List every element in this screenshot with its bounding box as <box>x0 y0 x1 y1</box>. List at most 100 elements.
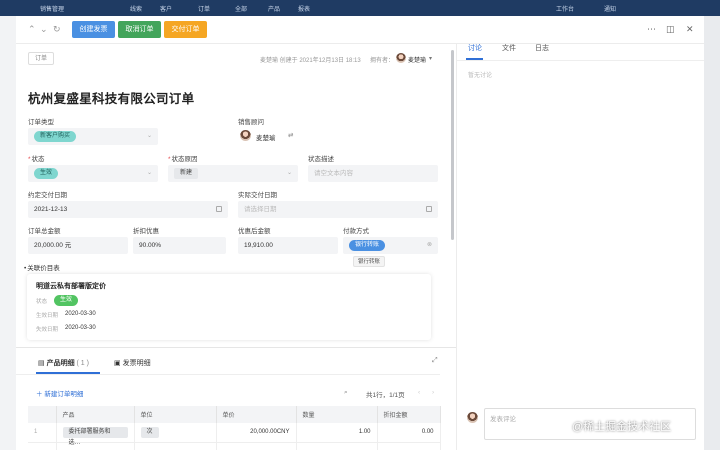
chevron-down-icon: ⌄ <box>146 170 152 176</box>
price-list-end: 2020-03-30 <box>65 325 96 331</box>
record-meta: 麦楚瑜 创建于 2021年12月13日 18:13 <box>260 58 361 64</box>
background-sidebar <box>0 16 16 450</box>
order-total-field[interactable]: 20,000.00 元 <box>28 237 128 254</box>
bg-tab: 客户 <box>160 7 173 13</box>
row-qty[interactable]: 1.00 <box>296 423 378 443</box>
deliver-order-button[interactable]: 交付订单 <box>164 21 207 38</box>
chevron-down-icon: ⌄ <box>286 170 292 176</box>
bg-tab: 报表 <box>298 7 311 13</box>
bg-tab: 销售管理 <box>40 7 65 13</box>
discount-field[interactable]: 90.00% <box>133 237 226 254</box>
owner-dropdown-icon[interactable]: ▾ <box>429 55 432 62</box>
watermark: @稀土掘金技术社区 <box>572 421 672 433</box>
sidebar-toggle-icon[interactable]: ◫ <box>666 24 675 34</box>
order-type-label: 订单类型 <box>28 119 54 126</box>
col-product[interactable]: 产品 <box>56 406 135 423</box>
next-page-icon[interactable]: › <box>432 389 434 396</box>
background-right <box>704 16 720 450</box>
bg-tab: 全部 <box>235 7 248 13</box>
bg-user: 工作台 <box>556 7 575 13</box>
table-row[interactable]: 1 委托部署服务和选… 次 20,000.00CNY 1.00 0.00 <box>28 423 441 446</box>
bg-notice: 通知 <box>604 7 617 13</box>
tab-log[interactable]: 日志 <box>535 43 549 53</box>
agreed-delivery-value: 2021-12-13 <box>34 206 68 213</box>
owner-label: 拥有者： <box>370 58 395 64</box>
discounted-amount-field[interactable]: 19,910.00 <box>238 237 338 254</box>
row-price[interactable]: 20,000.00CNY <box>216 423 297 443</box>
section-divider <box>16 347 456 348</box>
tab-discussion[interactable]: 讨论 <box>468 43 482 53</box>
order-lines-table: 产品 单位 单价 数量 折扣金额 1 委托部署服务和选… 次 20,000.00… <box>28 406 441 450</box>
tab-files[interactable]: 文件 <box>502 43 516 53</box>
agreed-delivery-label: 约定交付日期 <box>28 192 67 199</box>
owner-avatar[interactable] <box>396 53 406 63</box>
price-list-start: 2020-03-30 <box>65 311 96 317</box>
discount-label: 折扣优惠 <box>133 228 159 235</box>
calendar-icon <box>426 206 432 212</box>
price-list-status: 生效 <box>54 295 79 306</box>
row-unit[interactable]: 次 <box>134 423 217 443</box>
status-label: *状态 <box>28 156 45 163</box>
chevron-up-icon[interactable]: ⌃ <box>28 24 36 34</box>
empty-discussion-text: 暂无讨论 <box>468 73 493 79</box>
actual-delivery-label: 实际交付日期 <box>238 192 277 199</box>
product-lines-count: ( 1 ) <box>76 360 89 367</box>
price-list-end-key: 失效日期 <box>36 327 59 333</box>
list-icon: ▤ <box>38 360 45 367</box>
order-type-value: 新客户购买 <box>34 130 77 142</box>
table-header: 产品 单位 单价 数量 折扣金额 <box>28 406 441 423</box>
prev-page-icon[interactable]: ‹ <box>418 389 420 396</box>
actual-delivery-placeholder: 请选择日期 <box>244 206 277 213</box>
agreed-delivery-date[interactable]: 2021-12-13 <box>28 201 228 218</box>
status-reason-label: *状态原因 <box>168 156 198 163</box>
create-invoice-button[interactable]: 创建发票 <box>72 21 115 38</box>
actual-delivery-date[interactable]: 请选择日期 <box>238 201 438 218</box>
discounted-amount-label: 优惠后金额 <box>238 228 271 235</box>
payment-select[interactable]: 银行转账 ⊗ <box>343 237 438 254</box>
payment-tooltip: 银行转账 <box>353 256 386 267</box>
tab-baseline <box>457 60 704 61</box>
col-qty[interactable]: 数量 <box>296 406 378 423</box>
sales-rep-avatar <box>240 130 251 141</box>
calendar-icon <box>216 206 222 212</box>
tab-invoices[interactable]: ▣ 发票明细 <box>114 358 151 368</box>
record-type-tag: 订单 <box>28 52 55 65</box>
col-discount[interactable]: 折扣金额 <box>377 406 441 423</box>
swap-icon[interactable]: ⇄ <box>288 131 293 139</box>
price-list-start-key: 生效日期 <box>36 313 59 319</box>
discussion-panel <box>456 44 704 450</box>
status-reason-select[interactable]: 新建 ⌄ <box>168 165 298 182</box>
refresh-icon[interactable]: ↻ <box>53 24 61 34</box>
more-icon[interactable]: ⋯ <box>647 24 656 34</box>
expand-icon[interactable]: ⤢ <box>432 357 438 365</box>
col-unit[interactable]: 单位 <box>134 406 217 423</box>
row-discount[interactable]: 0.00 <box>377 423 441 443</box>
cancel-order-button[interactable]: 取消订单 <box>118 21 161 38</box>
chevron-down-icon[interactable]: ⌄ <box>40 24 48 34</box>
tab-product-lines[interactable]: ▤ 产品明细 ( 1 ) <box>38 358 89 368</box>
status-select[interactable]: 生效 ⌄ <box>28 165 158 182</box>
price-list-card[interactable]: 明道云私有部署版定价 状态 生效 生效日期 2020-03-30 失效日期 20… <box>27 274 431 340</box>
bg-tab: 产品 <box>268 7 281 13</box>
comment-placeholder: 发表评论 <box>490 416 516 423</box>
status-desc-placeholder: 请空文本内容 <box>314 170 353 177</box>
sales-rep-value[interactable]: 麦楚瑜 <box>256 132 276 142</box>
record-form: 订单 麦楚瑜 创建于 2021年12月13日 18:13 拥有者： 麦楚瑜 ▾ … <box>16 44 456 450</box>
current-user-avatar <box>467 412 478 423</box>
row-index: 1 <box>28 423 57 443</box>
order-total-value: 20,000.00 元 <box>34 242 72 249</box>
clear-icon[interactable]: ⊗ <box>427 237 432 254</box>
discount-value: 90.00% <box>139 242 162 249</box>
col-price[interactable]: 单价 <box>216 406 297 423</box>
add-line-button[interactable]: ＋ 新建订单明细 <box>36 388 83 398</box>
order-type-select[interactable]: 新客户购买 ⌄ <box>28 128 158 145</box>
status-desc-input[interactable]: 请空文本内容 <box>308 165 438 182</box>
search-icon[interactable]: ⌕ <box>344 389 348 397</box>
close-icon[interactable]: ✕ <box>686 24 694 34</box>
owner-name[interactable]: 麦楚瑜 <box>408 55 426 64</box>
form-scrollbar[interactable] <box>451 50 454 240</box>
col-index <box>28 406 57 423</box>
record-toolbar: ⌃ ⌄ ↻ 创建发票 取消订单 交付订单 ⋯ ◫ ✕ <box>16 16 704 44</box>
row-product[interactable]: 委托部署服务和选… <box>56 423 135 446</box>
order-detail-modal: ⌃ ⌄ ↻ 创建发票 取消订单 交付订单 ⋯ ◫ ✕ 订单 麦楚瑜 创建于 20… <box>16 16 704 450</box>
